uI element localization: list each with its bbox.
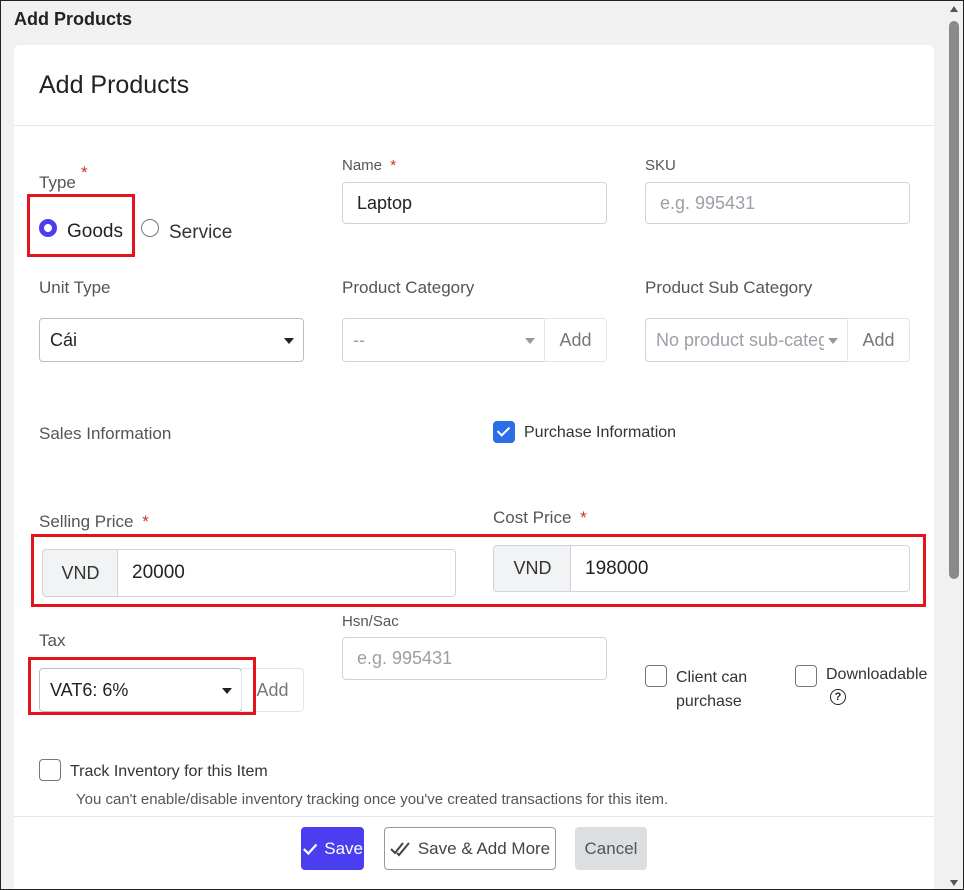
modal-title: Add Products [39,71,190,99]
check-icon [496,423,511,437]
add-products-modal: Add Products Type * Goods Service Name *… [14,45,934,889]
double-check-icon [390,841,410,856]
product-category-add-button[interactable]: Add [544,318,607,362]
window-titlebar: Add Products [1,1,945,41]
check-icon [303,843,318,855]
product-sub-category-select[interactable]: No product sub-categ [645,318,848,362]
chevron-down-icon [284,338,294,344]
chevron-down-icon [525,338,535,344]
save-and-add-more-button[interactable]: Save & Add More [384,827,556,870]
selling-price-label: Selling Price * [39,512,149,531]
scrollbar[interactable] [945,1,963,889]
product-category-select[interactable]: -- [342,318,545,362]
hsn-sac-label: Hsn/Sac [342,613,399,630]
app-window: Add Products Add Products Type * Goods S… [0,0,964,890]
track-inventory-label: Track Inventory for this Item [70,763,268,780]
purchase-information-label: Purchase Information [524,424,677,441]
client-can-purchase-toggle[interactable]: Client can purchase [645,663,765,711]
downloadable-checkbox[interactable] [795,665,817,687]
service-label: Service [169,222,233,243]
hsn-sac-input[interactable]: e.g. 995431 [342,637,607,680]
downloadable-label: Downloadable [826,666,928,683]
footer-divider [14,816,934,817]
service-radio[interactable] [141,219,159,237]
track-inventory-checkbox[interactable] [39,759,61,781]
downloadable-toggle[interactable]: Downloadable ? [795,663,933,711]
sku-label: SKU [645,157,676,174]
help-circle-icon[interactable]: ? [830,689,846,705]
unit-type-select[interactable]: Cái [39,318,304,362]
client-can-purchase-checkbox[interactable] [645,665,667,687]
price-highlight-box [31,534,926,607]
chevron-down-icon [828,338,838,344]
type-label: Type [39,173,76,192]
purchase-information-toggle[interactable]: Purchase Information [493,420,693,448]
product-sub-category-add-button[interactable]: Add [847,318,910,362]
scroll-down-arrow-icon[interactable] [950,880,958,886]
track-inventory-toggle[interactable]: Track Inventory for this Item [39,759,299,787]
unit-type-label: Unit Type [39,278,111,297]
track-inventory-note: You can't enable/disable inventory track… [76,791,669,808]
scrollbar-thumb[interactable] [949,21,959,579]
header-divider [14,125,934,126]
tax-highlight-box [28,657,256,715]
client-can-purchase-label: Client can purchase [676,669,748,710]
product-sub-category-label: Product Sub Category [645,278,813,297]
sales-information-label: Sales Information [39,424,172,443]
window-title: Add Products [14,9,133,29]
scroll-up-arrow-icon[interactable] [950,6,958,12]
service-radio-option[interactable]: Service [140,215,240,245]
cost-price-label: Cost Price * [493,508,587,527]
tax-label: Tax [39,631,66,650]
purchase-information-checkbox[interactable] [493,421,515,443]
type-required-mark: * [81,163,88,182]
cancel-button[interactable]: Cancel [575,827,647,870]
sku-input[interactable]: e.g. 995431 [645,182,910,224]
product-category-label: Product Category [342,278,475,297]
goods-highlight-box [27,194,135,257]
name-label: Name * [342,157,397,174]
name-input[interactable]: Laptop [342,182,607,224]
save-button[interactable]: Save [301,827,364,870]
